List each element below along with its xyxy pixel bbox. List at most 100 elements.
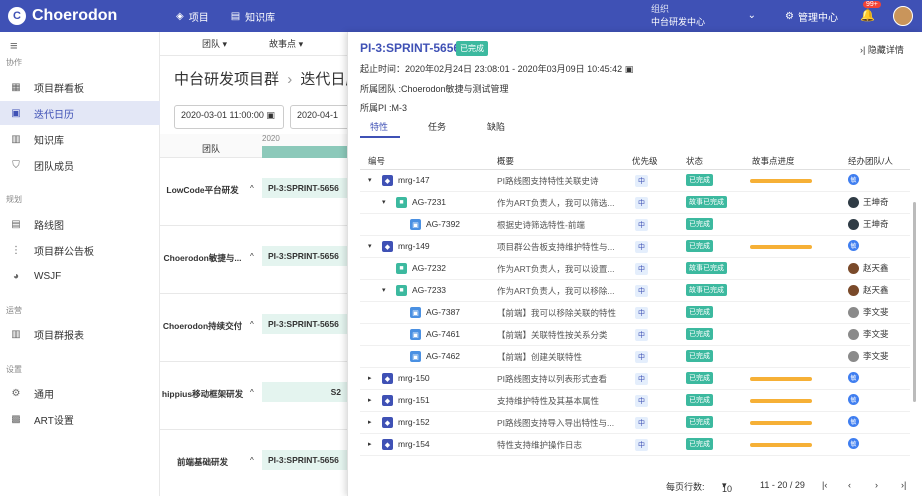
issue-id[interactable]: AG-7231	[412, 197, 446, 207]
hide-details-button[interactable]: ›| 隐藏详情	[860, 43, 904, 56]
status-badge: 已完成	[686, 218, 713, 230]
sprint-bar[interactable]: PI-3:SPRINT-5656	[262, 246, 347, 266]
sprint-bar[interactable]: PI-3:SPRINT-5656	[262, 450, 347, 470]
table-row[interactable]: ▸ ◆ mrg-151 支持维护特性及其基本属性 中 已完成 敏	[360, 390, 910, 412]
story-point-progress-bar	[750, 399, 812, 403]
expand-row-icon[interactable]: ▸	[368, 418, 372, 426]
expand-row-icon[interactable]: ▸	[368, 374, 372, 382]
sidebar-item-board[interactable]: ▦ 项目群看板	[0, 75, 160, 99]
sidebar-item-report[interactable]: ▥ 项目群报表	[0, 322, 160, 346]
collapse-row-icon[interactable]: ▾	[382, 286, 386, 294]
priority-badge: 中	[635, 439, 648, 451]
rows-per-page-select[interactable]: 10 ▾	[722, 480, 732, 494]
issue-id[interactable]: AG-7461	[426, 329, 460, 339]
menu-toggle-icon[interactable]: ≡	[10, 38, 18, 53]
org-selector[interactable]: 组织 中台研发中心 ⌄	[645, 0, 770, 32]
table-row[interactable]: ▣ AG-7392 根据史诗筛选特性-前端 中 已完成 王坤奇	[360, 214, 910, 236]
breadcrumb-parent[interactable]: 中台研发项目群	[174, 71, 279, 88]
collapse-icon[interactable]: ^	[250, 320, 254, 329]
issue-id[interactable]: AG-7232	[412, 263, 446, 273]
logo[interactable]: C Choerodon	[0, 0, 160, 32]
col-status: 状态	[686, 156, 704, 166]
issue-id[interactable]: mrg-154	[398, 439, 430, 449]
end-date-input[interactable]: 2020-04-1	[290, 105, 347, 129]
table-row[interactable]: ▸ ◆ mrg-152 PI路线图支持导入导出特性与... 中 已完成 敏	[360, 412, 910, 434]
collapse-icon[interactable]: ^	[250, 252, 254, 261]
sidebar-item-label: 团队成员	[34, 161, 74, 173]
issue-id[interactable]: AG-7233	[412, 285, 446, 295]
col-owner: 经办团队/人	[848, 156, 893, 166]
tab-features[interactable]: 特性	[370, 120, 388, 133]
owner: 敏	[848, 416, 859, 427]
task-type-icon: ▣	[410, 351, 421, 362]
table-row[interactable]: ▣ AG-7387 【前端】我可以移除关联的特性 中 已完成 李文斐	[360, 302, 910, 324]
sidebar-item-general[interactable]: ⚙ 通用	[0, 381, 160, 405]
team-header: 团队	[202, 144, 221, 154]
table-row[interactable]: ▾ ■ AG-7231 作为ART负责人，我可以筛选... 中 故事已完成 王坤奇	[360, 192, 910, 214]
table-row[interactable]: ▣ AG-7461 【前端】关联特性按关系分类 中 已完成 李文斐	[360, 324, 910, 346]
next-page-icon[interactable]: ›	[875, 480, 878, 490]
status-badge: 故事已完成	[686, 262, 727, 274]
issue-id[interactable]: mrg-147	[398, 175, 430, 185]
table-row[interactable]: ▸ ◆ mrg-154 特性支持维护操作日志 中 已完成 敏	[360, 434, 910, 456]
sidebar-item-knowledge[interactable]: ▥ 知识库	[0, 127, 160, 151]
status-badge: 已完成	[686, 372, 713, 384]
nav-knowledge[interactable]: ▤ 知识库	[231, 9, 275, 24]
notification-button[interactable]: 🔔 99+	[860, 1, 881, 22]
nav-project[interactable]: ◈ 项目	[176, 9, 209, 24]
story-type-icon: ■	[396, 285, 407, 296]
issue-id[interactable]: mrg-152	[398, 417, 430, 427]
sidebar-item-roadmap[interactable]: ▤ 路线图	[0, 212, 160, 236]
table-row[interactable]: ▾ ◆ mrg-147 PI路线图支持特性关联史诗 中 已完成 敏	[360, 170, 910, 192]
issue-id[interactable]: AG-7462	[426, 351, 460, 361]
owner: 敏	[848, 174, 859, 185]
team-name: LowCode平台研发	[166, 185, 239, 195]
table-row[interactable]: ■ AG-7232 作为ART负责人，我可以设置... 中 故事已完成 赵天鑫	[360, 258, 910, 280]
collapse-row-icon[interactable]: ▾	[368, 176, 372, 184]
table-row[interactable]: ▾ ■ AG-7233 作为ART负责人，我可以移除... 中 故事已完成 赵天鑫	[360, 280, 910, 302]
issue-id[interactable]: AG-7392	[426, 219, 460, 229]
collapse-icon[interactable]: ^	[250, 388, 254, 397]
owner-name: 王坤奇	[863, 219, 889, 229]
timeline-bar	[262, 146, 347, 158]
table-row[interactable]: ▸ ◆ mrg-150 PI路线图支持以列表形式查看 中 已完成 敏	[360, 368, 910, 390]
sidebar-item-calendar[interactable]: ▣ 迭代日历	[0, 101, 160, 125]
sidebar-item-wsjf[interactable]: ◕ WSJF	[0, 264, 160, 288]
sprint-bar[interactable]: PI-3:SPRINT-5656	[262, 314, 347, 334]
issue-id[interactable]: mrg-150	[398, 373, 430, 383]
collapse-icon[interactable]: ^	[250, 456, 254, 465]
last-page-icon[interactable]: ›|	[901, 480, 906, 490]
issue-id[interactable]: mrg-149	[398, 241, 430, 251]
scrollbar[interactable]	[913, 202, 916, 402]
task-type-icon: ▣	[410, 329, 421, 340]
start-date-input[interactable]: 2020-03-01 11:00:00 ▣	[174, 105, 284, 129]
collapse-icon[interactable]: ^	[250, 184, 254, 193]
col-summary: 概要	[497, 156, 515, 166]
sprint-bar[interactable]: PI-3:SPRINT-5656	[262, 178, 347, 198]
first-page-icon[interactable]: |‹	[822, 480, 827, 490]
expand-row-icon[interactable]: ▸	[368, 396, 372, 404]
table-row[interactable]: ▣ AG-7462 【前端】创建关联特性 中 已完成 李文斐	[360, 346, 910, 368]
sprint-bar[interactable]: S2	[262, 382, 347, 402]
filter-team[interactable]: 团队 ▾	[181, 37, 227, 50]
sidebar-item-members[interactable]: ⛉ 团队成员	[0, 153, 160, 177]
sidebar-item-art[interactable]: ▩ ART设置	[0, 407, 160, 431]
issue-summary: 支持维护特性及其基本属性	[497, 396, 600, 406]
tab-bugs[interactable]: 缺陷	[487, 120, 505, 133]
issue-id[interactable]: AG-7387	[426, 307, 460, 317]
filter-points[interactable]: 故事点 ▾	[248, 37, 303, 50]
collapse-row-icon[interactable]: ▾	[368, 242, 372, 250]
tab-tasks[interactable]: 任务	[428, 120, 446, 133]
collapse-right-icon: ›|	[860, 45, 866, 55]
owner-name: 李文斐	[863, 351, 889, 361]
collapse-row-icon[interactable]: ▾	[382, 198, 386, 206]
team-name: Choerodon持续交付	[162, 321, 243, 331]
user-avatar[interactable]	[893, 6, 913, 26]
sidebar-item-announce[interactable]: ⋮ 项目群公告板	[0, 238, 160, 262]
story-type-icon: ■	[396, 197, 407, 208]
prev-page-icon[interactable]: ‹	[848, 480, 851, 490]
manage-center-button[interactable]: ⚙ 管理中心	[785, 9, 838, 24]
table-row[interactable]: ▾ ◆ mrg-149 项目群公告板支持维护特性与... 中 已完成 敏	[360, 236, 910, 258]
expand-row-icon[interactable]: ▸	[368, 440, 372, 448]
issue-id[interactable]: mrg-151	[398, 395, 430, 405]
